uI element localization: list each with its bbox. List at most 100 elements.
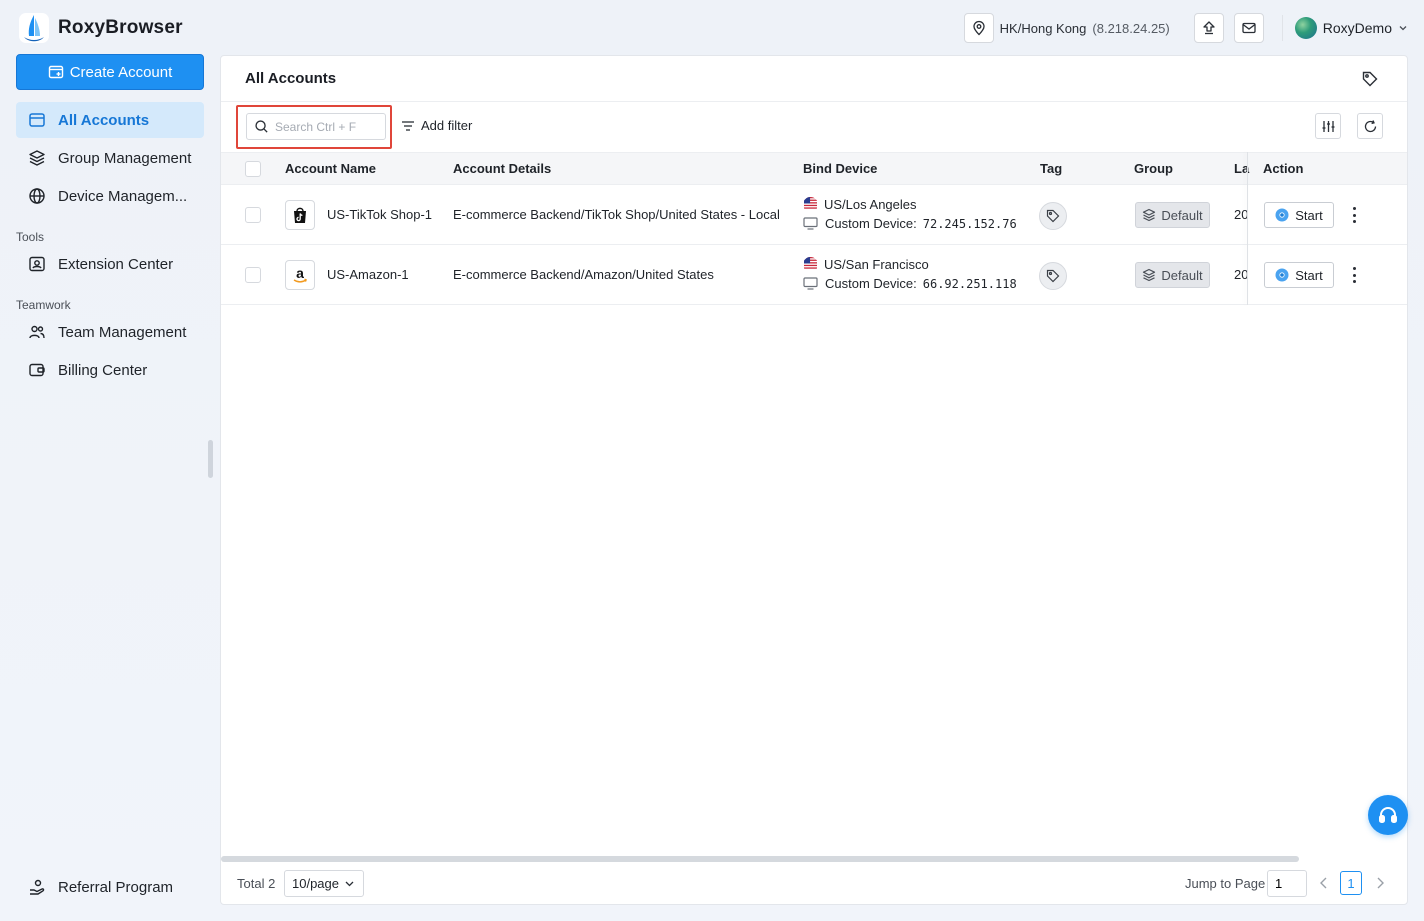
us-flag-icon (803, 257, 818, 272)
sidebar-item-device-management[interactable]: Device Managem... (16, 178, 204, 214)
device-ip: 72.245.152.76 (922, 216, 1017, 231)
us-flag-icon (803, 197, 818, 212)
start-button[interactable]: Start (1264, 202, 1334, 228)
account-details: E-commerce Backend/TikTok Shop/United St… (453, 207, 780, 222)
page-size-select[interactable]: 10/page (284, 870, 364, 897)
device-label: Custom Device: (825, 216, 917, 231)
location-ip: (8.218.24.25) (1092, 20, 1170, 36)
account-name[interactable]: US-Amazon-1 (327, 267, 409, 282)
start-button[interactable]: Start (1264, 262, 1334, 288)
location-text: HK/Hong Kong (999, 20, 1087, 36)
select-all-checkbox[interactable] (245, 161, 261, 177)
user-menu[interactable]: RoxyDemo (1281, 15, 1408, 41)
add-tag-button[interactable] (1039, 202, 1067, 230)
headset-icon (1379, 807, 1397, 823)
bind-device: US/San Francisco Custom Device: 66.92.25… (803, 257, 1017, 291)
add-filter-button[interactable]: Add filter (401, 118, 472, 133)
messages-button[interactable] (1233, 13, 1264, 43)
column-header-action: Action (1263, 161, 1304, 176)
start-label: Start (1295, 267, 1323, 283)
column-header-account-details[interactable]: Account Details (453, 161, 551, 176)
group-label: Default (1161, 267, 1203, 283)
layers-icon (1143, 208, 1156, 222)
sidebar-item-billing-center[interactable]: Billing Center (16, 352, 204, 388)
chevron-down-icon (345, 881, 354, 887)
device-ip: 66.92.251.118 (922, 276, 1017, 291)
pagination-bar: Total 2 10/page Jump to Page 1 (221, 864, 1407, 906)
table-header: Account Name Account Details Bind Device… (221, 152, 1407, 185)
page-title: All Accounts (245, 70, 337, 87)
sidebar-item-label: Billing Center (58, 361, 148, 379)
chevron-down-icon (1399, 26, 1407, 31)
page-number-current[interactable]: 1 (1340, 871, 1362, 895)
proxy-location[interactable]: HK/Hong Kong (8.218.24.25) (963, 12, 1170, 44)
mail-icon (1242, 22, 1256, 34)
sidebar-item-label: Team Management (58, 323, 187, 341)
device-label: Custom Device: (825, 276, 917, 291)
chromium-icon (1275, 268, 1289, 282)
chevron-right-icon[interactable] (1374, 876, 1386, 890)
group-badge[interactable]: Default (1135, 202, 1210, 228)
bind-device: US/Los Angeles Custom Device: 72.245.152… (803, 197, 1017, 231)
divider (221, 101, 1407, 102)
tiktok-shop-icon (285, 200, 315, 230)
jump-to-page-input[interactable] (1267, 870, 1307, 897)
refresh-icon (1364, 119, 1376, 132)
sidebar-item-label: Device Managem... (58, 187, 188, 205)
column-header-group[interactable]: Group (1134, 161, 1173, 176)
tag-icon (1046, 209, 1060, 223)
column-header-bind-device[interactable]: Bind Device (803, 161, 877, 176)
location-button[interactable] (963, 13, 994, 43)
sidebar-item-label: Referral Program (58, 878, 174, 896)
column-header-account-name[interactable]: Account Name (285, 161, 376, 176)
device-info: Custom Device: 66.92.251.118 (803, 276, 1017, 291)
table-row[interactable]: a US-Amazon-1 E-commerce Backend/Amazon/… (221, 245, 1407, 305)
group-badge[interactable]: Default (1135, 262, 1210, 288)
search-field[interactable] (246, 113, 386, 140)
sidebar-item-label: Extension Center (58, 255, 174, 273)
sidebar-item-all-accounts[interactable]: All Accounts (16, 102, 204, 138)
jump-to-page-label: Jump to Page (1185, 876, 1266, 891)
sidebar-item-team-management[interactable]: Team Management (16, 314, 204, 350)
monitor-icon (803, 277, 818, 290)
account-details: E-commerce Backend/Amazon/United States (453, 267, 714, 282)
add-tag-button[interactable] (1039, 262, 1067, 290)
teamwork-section-label: Teamwork (16, 298, 71, 312)
tag-manage-icon[interactable] (1361, 70, 1379, 88)
row-checkbox[interactable] (245, 267, 261, 283)
account-name[interactable]: US-TikTok Shop-1 (327, 207, 432, 222)
amazon-icon: a (285, 260, 315, 290)
sidebar-item-referral-program[interactable]: Referral Program (16, 869, 204, 905)
brand[interactable]: RoxyBrowser (18, 12, 183, 44)
more-options-button[interactable] (1349, 267, 1359, 283)
device-location-text: US/San Francisco (824, 257, 929, 272)
device-location: US/San Francisco (803, 257, 1017, 272)
column-settings-button[interactable] (1315, 113, 1341, 139)
user-name: RoxyDemo (1322, 20, 1392, 36)
table-row[interactable]: US-TikTok Shop-1 E-commerce Backend/TikT… (221, 185, 1407, 245)
column-header-tag[interactable]: Tag (1040, 161, 1062, 176)
filter-icon (402, 120, 414, 131)
add-filter-label: Add filter (421, 118, 473, 133)
sidebar-item-label: All Accounts (58, 111, 150, 129)
tag-icon (1046, 269, 1060, 283)
create-account-icon (48, 65, 63, 79)
row-checkbox[interactable] (245, 207, 261, 223)
horizontal-scrollbar[interactable] (221, 856, 1299, 862)
more-options-button[interactable] (1349, 207, 1359, 223)
support-button[interactable] (1368, 795, 1408, 835)
upload-button[interactable] (1193, 13, 1224, 43)
create-account-button[interactable]: Create Account (16, 54, 204, 90)
upload-icon (1203, 21, 1215, 35)
create-account-label: Create Account (69, 63, 173, 81)
chevron-left-icon[interactable] (1318, 876, 1330, 890)
svg-text:a: a (296, 265, 304, 281)
fixed-column-divider (1247, 152, 1248, 305)
sidebar-item-extension-center[interactable]: Extension Center (16, 246, 204, 282)
map-pin-icon (973, 20, 985, 36)
sidebar: RoxyBrowser Create Account All Accounts … (0, 0, 220, 921)
search-input[interactable] (275, 119, 375, 134)
sidebar-item-group-management[interactable]: Group Management (16, 140, 204, 176)
refresh-button[interactable] (1357, 113, 1383, 139)
sidebar-scrollbar[interactable] (208, 440, 213, 478)
